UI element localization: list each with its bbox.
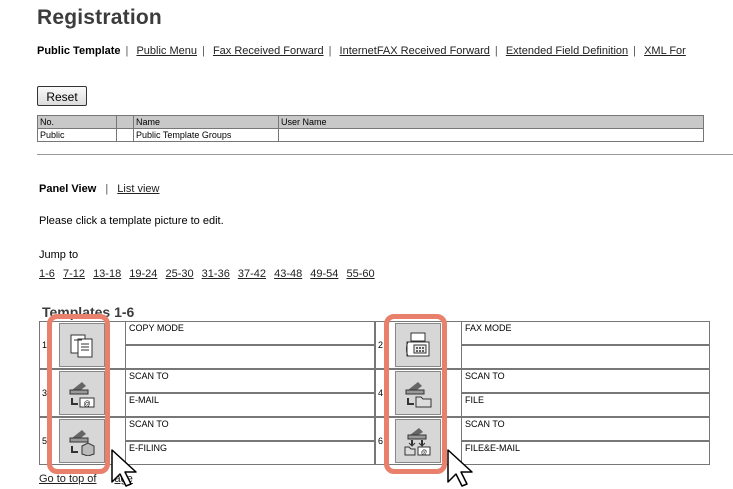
jump-link[interactable]: 43-48: [274, 268, 302, 280]
group-info-table: No. Name User Name Public Public Templat…: [37, 115, 704, 142]
jump-link[interactable]: 25-30: [165, 268, 193, 280]
template-name-line1: SCAN TO: [461, 369, 710, 393]
jump-link[interactable]: 7-12: [63, 268, 85, 280]
jump-link[interactable]: 31-36: [202, 268, 230, 280]
tab-extended-field-definition[interactable]: Extended Field Definition: [506, 45, 628, 57]
highlight-frame-left: [47, 314, 110, 474]
template-grid: 1 COPY MODE 3 @ SCAN TO E-MAIL 5 SCAN TO…: [39, 321, 710, 465]
template-number: 4: [378, 388, 384, 398]
template-name-line1: COPY MODE: [125, 321, 375, 345]
template-name-line2: E-FILING: [125, 441, 375, 465]
jump-link[interactable]: 1-6: [39, 268, 55, 280]
cell-blank: [116, 128, 134, 142]
reset-button[interactable]: Reset: [37, 86, 87, 106]
mouse-pointer-icon: [447, 449, 473, 487]
table-row: Public Public Template Groups: [37, 128, 704, 142]
jump-link[interactable]: 13-18: [93, 268, 121, 280]
cell-no: Public: [37, 128, 117, 142]
go-to-top-text: Go to top of: [39, 473, 97, 485]
divider: [37, 154, 733, 155]
view-switcher: Panel View | List view: [39, 183, 160, 195]
template-name-line2: [461, 345, 710, 369]
highlight-frame-right: [384, 314, 447, 474]
template-name-line1: SCAN TO: [461, 417, 710, 441]
template-name-line2: FILE: [461, 393, 710, 417]
tab-internetfax-received-forward[interactable]: InternetFAX Received Forward: [340, 45, 490, 57]
tab-public-template[interactable]: Public Template: [37, 45, 121, 57]
jump-links: 1-6 7-12 13-18 19-24 25-30 31-36 37-42 4…: [39, 268, 380, 280]
cell-user-name: [278, 128, 704, 142]
list-view-link[interactable]: List view: [117, 183, 159, 195]
template-number: 6: [378, 436, 384, 446]
jump-to-label: Jump to: [39, 249, 79, 261]
template-name-line2: E-MAIL: [125, 393, 375, 417]
jump-link[interactable]: 19-24: [129, 268, 157, 280]
mouse-pointer-icon: [111, 449, 137, 487]
page-title: Registration: [37, 6, 162, 29]
cell-name: Public Template Groups: [133, 128, 279, 142]
tab-xml-format[interactable]: XML For: [644, 45, 686, 57]
tab-fax-received-forward[interactable]: Fax Received Forward: [213, 45, 324, 57]
template-name-line1: FAX MODE: [461, 321, 710, 345]
header-user-name: User Name: [278, 115, 704, 129]
table-header-row: No. Name User Name: [37, 115, 704, 129]
jump-link[interactable]: 55-60: [346, 268, 374, 280]
panel-view-label: Panel View: [39, 183, 97, 195]
template-number: 2: [378, 340, 384, 350]
template-name-line1: SCAN TO: [125, 417, 375, 441]
tab-bar: Public Template | Public Menu | Fax Receiv…: [37, 45, 686, 57]
jump-link[interactable]: 37-42: [238, 268, 266, 280]
header-blank: [116, 115, 134, 129]
template-name-line2: FILE&E-MAIL: [461, 441, 710, 465]
instruction-text: Please click a template picture to edit.: [39, 215, 224, 227]
template-name-line1: SCAN TO: [125, 369, 375, 393]
template-name-line2: [125, 345, 375, 369]
header-no: No.: [37, 115, 117, 129]
tab-public-menu[interactable]: Public Menu: [136, 45, 197, 57]
jump-link[interactable]: 49-54: [310, 268, 338, 280]
header-name: Name: [133, 115, 279, 129]
